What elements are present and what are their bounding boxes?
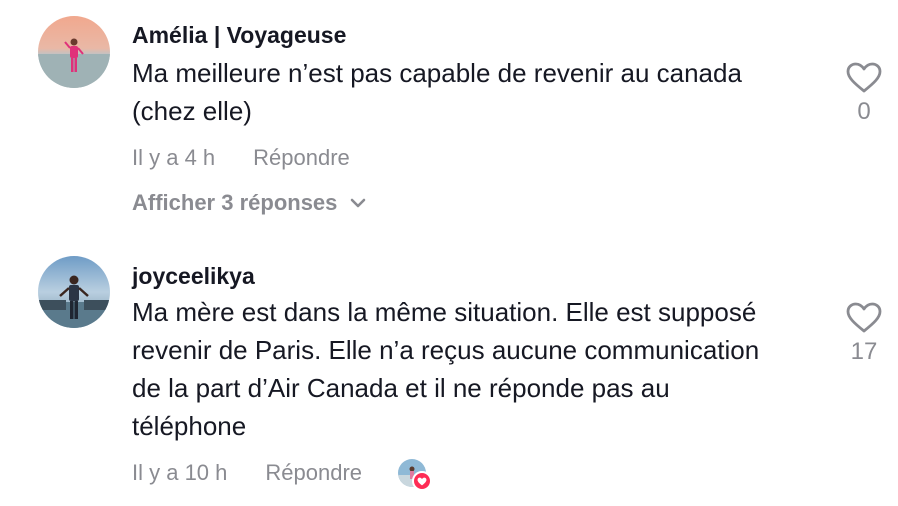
comment-meta: Il y a 4 h Répondre — [132, 145, 350, 171]
comment-username[interactable]: Amélia | Voyageuse — [132, 22, 346, 49]
creator-liked-badge — [398, 459, 433, 491]
like-count: 0 — [857, 98, 871, 125]
chevron-down-icon — [351, 198, 366, 208]
avatar[interactable] — [38, 16, 110, 88]
comment-text: Ma meilleure n’est pas capable de reveni… — [132, 58, 742, 126]
heart-outline-icon — [846, 62, 882, 93]
comment-timestamp: Il y a 4 h — [132, 145, 216, 170]
like-count: 17 — [850, 338, 878, 365]
like-button[interactable]: 0 — [840, 62, 888, 126]
view-replies-label: Afficher 3 réponses — [132, 190, 338, 215]
comment-username[interactable]: joyceelikya — [132, 263, 255, 290]
comment-meta: Il y a 10 h Répondre — [132, 459, 433, 491]
reply-button[interactable]: Répondre — [253, 145, 350, 171]
comment-timestamp: Il y a 10 h — [132, 460, 228, 485]
view-replies-button[interactable]: Afficher 3 réponses — [132, 190, 367, 216]
reply-button[interactable]: Répondre — [265, 460, 362, 486]
avatar[interactable] — [38, 256, 110, 328]
like-button[interactable]: 17 — [840, 302, 888, 366]
heart-filled-icon — [412, 471, 433, 491]
comment-text: Ma mère est dans la même situation. Elle… — [132, 297, 760, 441]
heart-outline-icon — [846, 302, 882, 333]
